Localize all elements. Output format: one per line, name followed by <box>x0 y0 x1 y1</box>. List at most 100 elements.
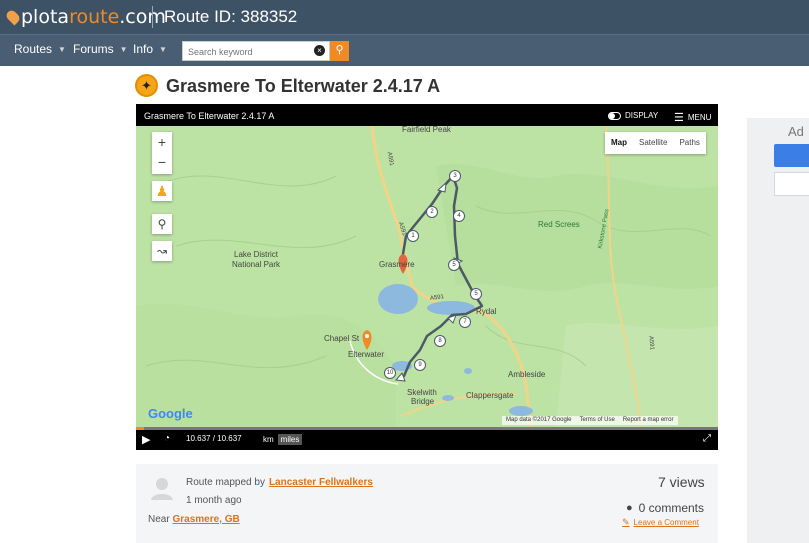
near-label: Near <box>148 514 170 525</box>
view-count: 7 views <box>658 474 705 490</box>
zoom-in-button[interactable]: + <box>152 132 172 152</box>
comment-count: ● 0 comments <box>626 501 704 515</box>
clear-search-icon[interactable]: × <box>314 45 325 56</box>
waypoint-marker[interactable]: 8 <box>434 335 446 347</box>
search-icon: ⚲ <box>335 44 344 56</box>
location-button[interactable]: ⚲ <box>152 214 172 234</box>
waypoint-marker[interactable]: 7 <box>459 316 471 328</box>
street-view-button[interactable]: ♟ <box>152 181 172 201</box>
nav-forums[interactable]: Forums ▼ <box>73 42 128 56</box>
place-label: Chapel St <box>324 334 360 343</box>
nav-bar: Routes ▼ Forums ▼ Info ▼ × ⚲ <box>0 34 809 66</box>
place-label: Bridge <box>411 397 435 406</box>
comment-count-text: 0 comments <box>638 501 705 515</box>
report-error-link[interactable]: Report a map error <box>619 416 678 425</box>
logo-pin-icon <box>4 8 22 26</box>
route-map[interactable]: 1 2 3 4 5 5 7 8 9 10 Fairfield Peak Lake… <box>136 126 718 427</box>
speed-button[interactable]: ◔ <box>164 433 170 444</box>
zoom-out-button[interactable]: − <box>152 152 172 172</box>
waypoint-marker[interactable]: 5 <box>448 259 460 271</box>
map-player: Grasmere To Elterwater 2.4.17 A DISPLAY … <box>136 104 718 450</box>
waypoint-marker[interactable]: 2 <box>426 206 438 218</box>
pegman-icon: ♟ <box>155 183 169 199</box>
play-button[interactable]: ▶ <box>142 433 150 446</box>
fullscreen-icon: ⤢ <box>703 433 711 444</box>
ad-button[interactable] <box>774 144 809 167</box>
time-ago: 1 month ago <box>186 495 242 506</box>
play-icon: ▶ <box>142 434 151 446</box>
place-label: Lake District <box>234 250 279 259</box>
route-icon: ↝ <box>156 244 168 258</box>
place-label: Skelwith <box>407 388 437 397</box>
map-canvas <box>136 126 718 427</box>
search-button[interactable]: ⚲ <box>330 41 349 61</box>
terms-link[interactable]: Terms of Use <box>575 416 618 425</box>
route-tools-button[interactable]: ↝ <box>152 241 172 261</box>
chevron-down-icon: ▼ <box>58 44 66 54</box>
unit-miles[interactable]: miles <box>277 434 303 445</box>
waypoint-marker[interactable]: 5 <box>470 288 482 300</box>
map-type-map[interactable]: Map <box>605 132 633 154</box>
unit-switch[interactable]: km miles <box>263 434 303 445</box>
search-input[interactable] <box>183 43 308 60</box>
waypoint-marker[interactable]: 4 <box>453 210 465 222</box>
waypoint-marker[interactable]: 9 <box>414 359 426 371</box>
header-divider <box>152 6 153 28</box>
leave-comment-link[interactable]: ✎ Leave a Comment <box>622 517 699 528</box>
waypoint-marker[interactable]: 10 <box>384 367 396 379</box>
logo-text-pre: plota <box>21 6 70 28</box>
road-label: A591 <box>647 335 655 351</box>
leave-comment-text: Leave a Comment <box>633 518 699 527</box>
map-attribution: Map data ©2017 Google Terms of Use Repor… <box>502 416 678 425</box>
player-controls: ▶ ◔ 10.637 / 10.637 km miles ⤢ <box>136 430 718 450</box>
top-bar: plota route .com Route ID: 388352 <box>0 0 809 34</box>
menu-label: MENU <box>687 113 712 122</box>
near-location: Near Grasmere, GB <box>148 514 240 525</box>
toggle-icon <box>608 111 621 120</box>
comment-icon: ● <box>626 502 633 514</box>
menu-button[interactable]: ☰ MENU <box>674 111 711 124</box>
mapped-by-label: Route mapped by <box>186 477 265 488</box>
unit-km[interactable]: km <box>263 435 274 444</box>
distance-readout: 10.637 / 10.637 <box>186 434 242 443</box>
display-toggle[interactable]: DISPLAY <box>608 111 658 120</box>
chevron-down-icon: ▼ <box>159 44 167 54</box>
map-type-paths[interactable]: Paths <box>673 132 705 154</box>
place-label: Rydal <box>476 307 497 316</box>
map-type-satellite[interactable]: Satellite <box>633 132 673 154</box>
logo-text-post: .com <box>119 6 166 28</box>
nav-routes-label: Routes <box>14 42 53 56</box>
ad-field[interactable] <box>774 172 809 196</box>
nav-routes[interactable]: Routes ▼ <box>14 42 66 56</box>
map-pin-icon: ⚲ <box>157 217 167 231</box>
place-label: Ambleside <box>508 370 546 379</box>
map-type-selector: Map Satellite Paths <box>605 132 706 154</box>
google-logo: Google <box>148 406 193 421</box>
pencil-icon: ✎ <box>622 517 630 527</box>
ad-label: Ad <box>788 124 804 139</box>
route-id: Route ID: 388352 <box>164 7 298 26</box>
fullscreen-button[interactable]: ⤢ <box>703 433 711 444</box>
nav-info[interactable]: Info ▼ <box>133 42 167 56</box>
place-label: Clappersgate <box>466 391 514 400</box>
place-label: Fairfield Peak <box>402 126 451 134</box>
waypoint-marker[interactable]: 3 <box>449 170 461 182</box>
player-title: Grasmere To Elterwater 2.4.17 A <box>144 111 275 121</box>
hiker-icon: ✦ <box>135 74 158 97</box>
place-label: Grasmere <box>379 260 415 269</box>
place-label: National Park <box>232 260 281 269</box>
author-link[interactable]: Lancaster Fellwalkers <box>269 477 373 488</box>
waypoint-marker[interactable]: 1 <box>407 230 419 242</box>
avatar <box>151 478 173 500</box>
chevron-down-icon: ▼ <box>119 44 128 54</box>
search-box: × <box>182 41 330 61</box>
near-place-link[interactable]: Grasmere, GB <box>172 514 239 525</box>
logo-text-accent: route <box>69 6 120 28</box>
nav-forums-label: Forums <box>73 42 114 56</box>
site-logo[interactable]: plota route .com <box>4 6 166 28</box>
mapped-by: Route mapped by Lancaster Fellwalkers <box>186 477 373 488</box>
map-data-credit: Map data ©2017 Google <box>506 417 572 423</box>
display-label: DISPLAY <box>625 111 659 120</box>
place-label: Red Screes <box>538 220 580 229</box>
zoom-control: + − <box>152 132 172 174</box>
